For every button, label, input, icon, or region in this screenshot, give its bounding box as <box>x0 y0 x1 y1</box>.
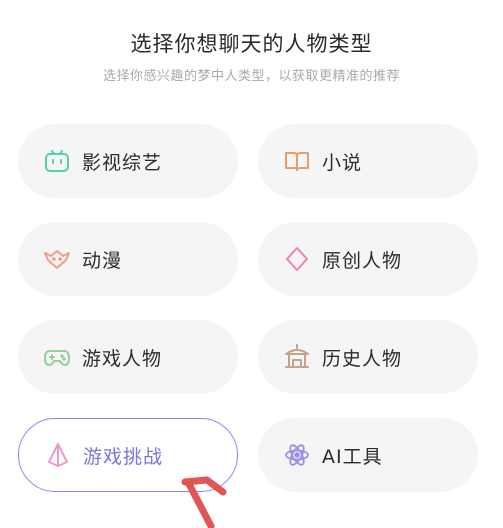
anime-icon <box>42 244 72 274</box>
category-label: 原创人物 <box>322 249 403 272</box>
gamepad-icon <box>42 342 72 372</box>
category-label: AI工具 <box>322 445 383 468</box>
category-label: 影视综艺 <box>82 151 163 174</box>
category-label: 游戏挑战 <box>83 445 164 468</box>
page-subtitle: 选择你感兴趣的梦中人类型，以获取更精准的推荐 <box>102 69 400 84</box>
category-label: 小说 <box>322 151 363 174</box>
category-tv-variety[interactable]: 影视综艺 <box>18 124 238 198</box>
category-original-character[interactable]: 原创人物 <box>258 222 478 296</box>
page-title: 选择你想聊天的人物类型 <box>130 32 373 56</box>
category-novel[interactable]: 小说 <box>258 124 478 198</box>
category-label: 动漫 <box>82 249 123 272</box>
pyramid-icon <box>43 440 73 470</box>
category-ai-tools[interactable]: AI工具 <box>258 418 478 492</box>
category-anime[interactable]: 动漫 <box>18 222 238 296</box>
category-game-character[interactable]: 游戏人物 <box>18 320 238 394</box>
category-label: 游戏人物 <box>82 347 163 370</box>
category-label: 历史人物 <box>322 347 403 370</box>
pavilion-icon <box>282 342 312 372</box>
diamond-icon <box>282 244 312 274</box>
category-historical-figure[interactable]: 历史人物 <box>258 320 478 394</box>
book-icon <box>282 146 312 176</box>
tv-icon <box>42 146 72 176</box>
annotation-arrow-icon <box>181 476 227 528</box>
atom-icon <box>282 440 312 470</box>
